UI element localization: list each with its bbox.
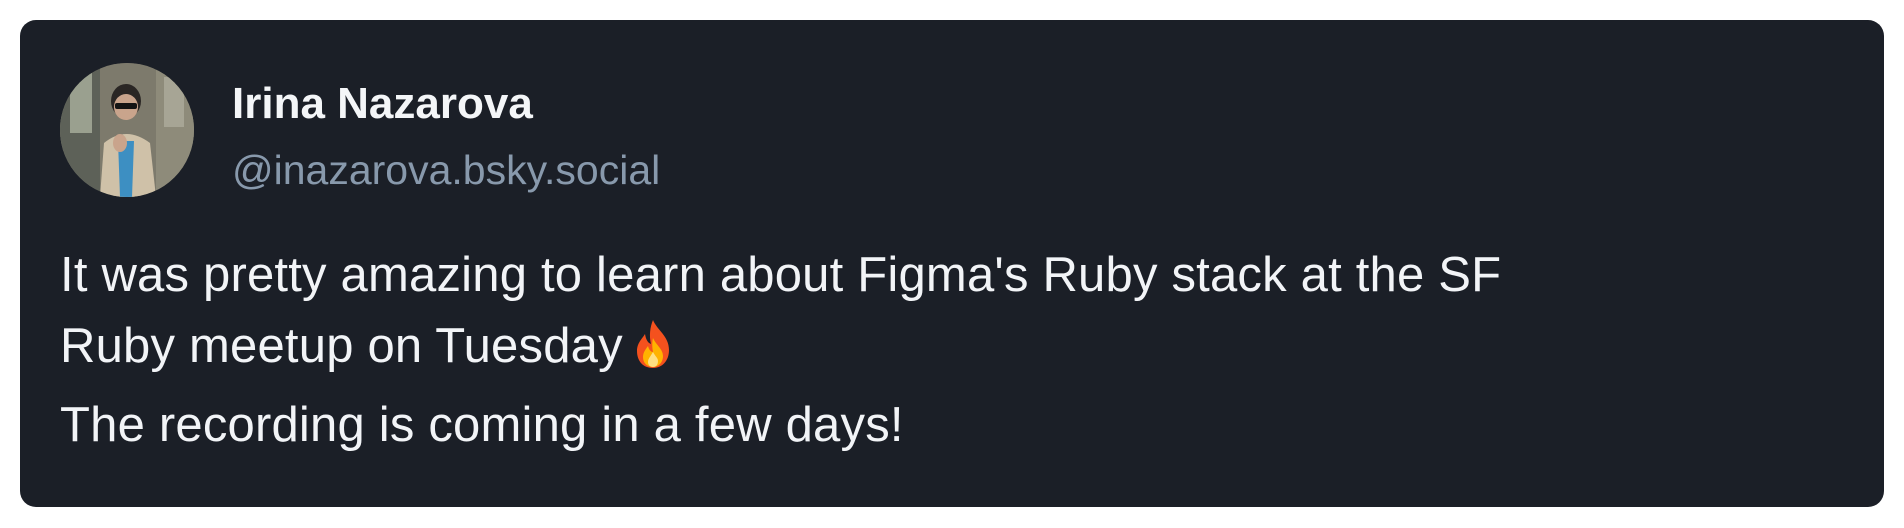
author-handle[interactable]: @inazarova.bsky.social bbox=[232, 144, 660, 196]
author-avatar[interactable] bbox=[60, 63, 194, 197]
post-text-line-3: The recording is coming in a few days! bbox=[60, 398, 904, 452]
post-body: It was pretty amazing to learn about Fig… bbox=[60, 240, 1860, 461]
post-text-line-1: It was pretty amazing to learn about Fig… bbox=[60, 248, 1502, 302]
post-text-line-2: Ruby meetup on Tuesday bbox=[60, 319, 623, 373]
post-text-line-2-wrap: Ruby meetup on Tuesday bbox=[60, 311, 1860, 390]
post-card[interactable]: Irina Nazarova @inazarova.bsky.social It… bbox=[20, 20, 1884, 507]
author-display-name[interactable]: Irina Nazarova bbox=[232, 78, 660, 130]
post-author: Irina Nazarova @inazarova.bsky.social bbox=[232, 78, 660, 196]
fire-icon bbox=[631, 318, 675, 390]
avatar-photo-icon bbox=[60, 63, 194, 197]
